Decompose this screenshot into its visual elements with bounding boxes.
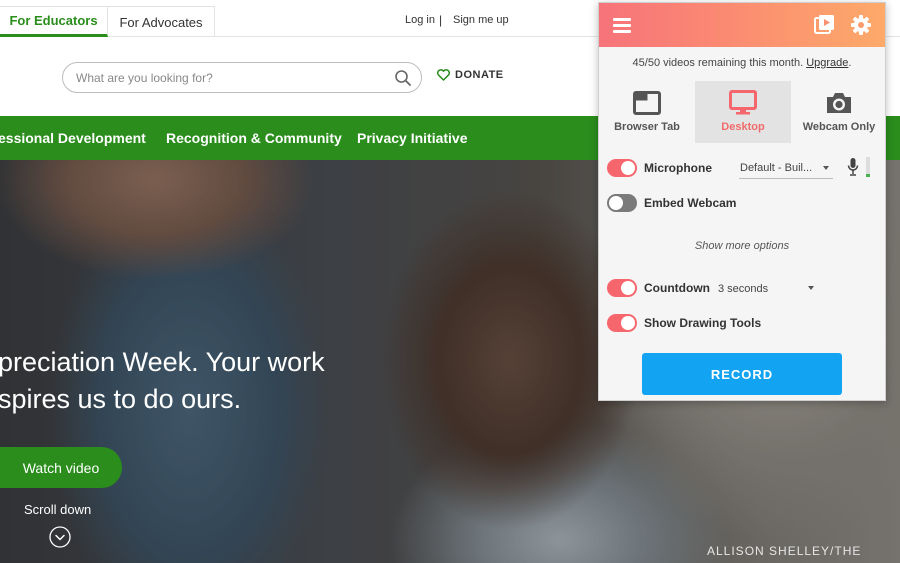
microphone-label: Microphone: [644, 161, 712, 175]
tab-for-advocates[interactable]: For Advocates: [108, 6, 215, 37]
gear-icon[interactable]: [850, 14, 872, 36]
hamburger-menu-icon[interactable]: [613, 17, 631, 33]
mode-browser-tab[interactable]: Browser Tab: [599, 81, 695, 143]
upgrade-link[interactable]: Upgrade: [806, 57, 848, 69]
search-input[interactable]: What are you looking for?: [62, 62, 422, 93]
quota-remaining: 45/50 videos remaining this month.: [632, 57, 804, 69]
recorder-popup: 45/50 videos remaining this month. Upgra…: [598, 2, 886, 401]
caret-down-icon: [823, 166, 829, 170]
embed-webcam-toggle[interactable]: [607, 194, 637, 212]
mode-desktop[interactable]: Desktop: [695, 81, 791, 143]
auth-separator: |: [439, 13, 443, 27]
quota-text: 45/50 videos remaining this month. Upgra…: [599, 57, 885, 69]
donate-label: DONATE: [455, 69, 504, 81]
mode-desktop-label: Desktop: [721, 121, 765, 133]
browser-tab-icon: [633, 91, 661, 115]
countdown-value: 3 seconds: [718, 283, 769, 295]
signup-link[interactable]: Sign me up: [453, 14, 509, 26]
hero-headline: preciation Week. Your work spires us to …: [0, 344, 358, 418]
scroll-down-label: Scroll down: [24, 502, 92, 517]
video-library-icon[interactable]: [814, 14, 836, 36]
drawing-tools-toggle[interactable]: [607, 314, 637, 332]
countdown-toggle[interactable]: [607, 279, 637, 297]
search-icon[interactable]: [394, 69, 412, 87]
countdown-label: Countdown: [644, 281, 710, 295]
nav-professional-development[interactable]: essional Development: [0, 130, 146, 146]
countdown-select[interactable]: 3 seconds: [718, 279, 816, 299]
mode-webcam-only[interactable]: Webcam Only: [791, 81, 887, 143]
donate-link[interactable]: DONATE: [437, 69, 504, 81]
tab-for-educators[interactable]: For Educators: [0, 6, 108, 37]
quota-suffix: .: [848, 57, 852, 69]
heart-icon: [437, 69, 450, 81]
monitor-icon: [729, 90, 757, 115]
record-button[interactable]: RECORD: [642, 353, 842, 395]
show-more-options-link[interactable]: Show more options: [599, 240, 885, 252]
photo-credit: ALLISON SHELLEY/THE: [707, 544, 862, 558]
microphone-icon: [847, 158, 859, 176]
microphone-toggle[interactable]: [607, 159, 637, 177]
mode-browser-tab-label: Browser Tab: [614, 121, 680, 133]
headline-line-1: preciation Week. Your work: [0, 347, 325, 377]
caret-down-icon: [808, 286, 814, 290]
microphone-device-value: Default - Buil...: [740, 162, 813, 174]
headline-line-2: spires us to do ours.: [0, 384, 242, 414]
chevron-down-circle-icon[interactable]: [49, 526, 71, 548]
search-placeholder: What are you looking for?: [76, 71, 213, 85]
watch-video-button[interactable]: Watch video: [0, 447, 122, 488]
login-link[interactable]: Log in: [405, 14, 435, 26]
mode-webcam-only-label: Webcam Only: [802, 121, 876, 133]
mic-level-meter: [866, 157, 870, 177]
nav-privacy-initiative[interactable]: Privacy Initiative: [357, 130, 468, 146]
popup-header: [599, 3, 885, 47]
embed-webcam-label: Embed Webcam: [644, 196, 737, 210]
microphone-device-select[interactable]: Default - Buil...: [739, 157, 833, 179]
nav-recognition-community[interactable]: Recognition & Community: [166, 130, 342, 146]
camera-icon: [827, 93, 851, 113]
drawing-tools-label: Show Drawing Tools: [644, 316, 762, 330]
